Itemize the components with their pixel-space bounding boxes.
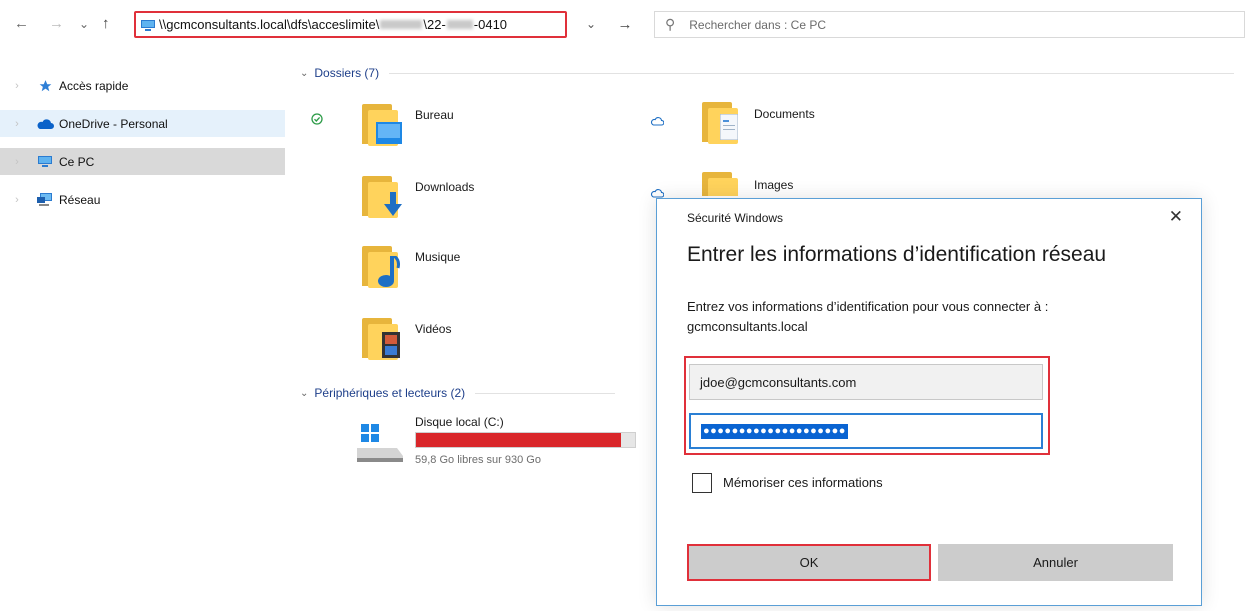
chevron-right-icon[interactable]: › bbox=[0, 118, 34, 130]
folders-group-header[interactable]: ⌄ Dossiers (7) bbox=[300, 66, 1235, 80]
chevron-right-icon[interactable]: › bbox=[0, 156, 34, 168]
remember-checkbox[interactable] bbox=[692, 473, 712, 493]
dialog-description: Entrez vos informations d’identification… bbox=[687, 297, 1177, 337]
username-value: jdoe@gcmconsultants.com bbox=[700, 374, 857, 390]
forward-button[interactable]: → bbox=[49, 14, 64, 34]
folder-musique-icon[interactable] bbox=[362, 244, 402, 288]
credential-dialog: Sécurité Windows ✕ Entrer les informatio… bbox=[656, 198, 1202, 606]
synced-check-icon bbox=[311, 113, 323, 128]
dialog-title: Sécurité Windows bbox=[687, 211, 784, 225]
divider bbox=[475, 392, 616, 394]
dialog-target-server: gcmconsultants.local bbox=[687, 319, 808, 334]
folder-label-bureau[interactable]: Bureau bbox=[415, 108, 454, 122]
pc-icon bbox=[34, 155, 56, 169]
go-button[interactable]: → bbox=[612, 11, 638, 38]
recent-locations-button[interactable]: ⌄ bbox=[79, 14, 89, 34]
folder-label-images[interactable]: Images bbox=[754, 178, 793, 192]
search-icon: ⚲ bbox=[665, 16, 676, 32]
drive-usage-fill bbox=[416, 433, 621, 447]
close-icon[interactable]: ✕ bbox=[1169, 207, 1183, 227]
sidebar-item-ce-pc[interactable]: › Ce PC bbox=[0, 148, 285, 175]
chevron-down-icon[interactable]: ⌄ bbox=[300, 68, 308, 79]
dialog-description-line: Entrez vos informations d’identification… bbox=[687, 299, 1049, 314]
drive-free-space: 59,8 Go libres sur 930 Go bbox=[415, 454, 541, 466]
chevron-right-icon[interactable]: › bbox=[0, 194, 34, 206]
address-dropdown-button[interactable]: ⌄ bbox=[578, 11, 604, 38]
address-path-middle: \22- bbox=[423, 17, 446, 32]
divider bbox=[389, 72, 1235, 74]
cloud-outline-icon bbox=[650, 115, 665, 129]
folder-bureau-icon[interactable] bbox=[362, 102, 402, 146]
drive-icon[interactable] bbox=[355, 424, 405, 466]
folder-documents-icon[interactable] bbox=[702, 100, 742, 144]
folder-label-videos[interactable]: Vidéos bbox=[415, 322, 451, 336]
folder-images-icon[interactable] bbox=[702, 170, 742, 196]
redacted-segment bbox=[380, 20, 423, 29]
network-icon bbox=[34, 193, 56, 207]
sidebar-item-label: Accès rapide bbox=[59, 78, 129, 93]
search-box[interactable]: ⚲ Rechercher dans : Ce PC bbox=[654, 11, 1245, 38]
chevron-right-icon[interactable]: › bbox=[0, 80, 34, 92]
dialog-heading: Entrer les informations d’identification… bbox=[687, 243, 1107, 266]
ok-button-label: OK bbox=[799, 555, 819, 570]
sidebar-item-onedrive[interactable]: › OneDrive - Personal bbox=[0, 110, 285, 137]
pc-icon bbox=[141, 19, 155, 31]
drive-label[interactable]: Disque local (C:) bbox=[415, 415, 504, 429]
folder-videos-icon[interactable] bbox=[362, 316, 402, 360]
up-button[interactable]: ↑ bbox=[102, 14, 110, 34]
username-field[interactable]: jdoe@gcmconsultants.com bbox=[689, 364, 1043, 400]
chevron-down-icon[interactable]: ⌄ bbox=[300, 388, 308, 399]
address-path-prefix: \\gcmconsultants.local\dfs\acceslimite\ bbox=[159, 17, 380, 32]
sidebar-item-label: Ce PC bbox=[59, 154, 95, 169]
folder-downloads-icon[interactable] bbox=[362, 174, 402, 218]
redacted-segment bbox=[446, 20, 473, 29]
folder-label-downloads[interactable]: Downloads bbox=[415, 180, 474, 194]
folder-label-documents[interactable]: Documents bbox=[754, 107, 815, 121]
folder-label-musique[interactable]: Musique bbox=[415, 250, 460, 264]
password-field[interactable]: ●●●●●●●●●●●●●●●●●●●● bbox=[689, 413, 1043, 449]
sidebar-item-quick-access[interactable]: › Accès rapide bbox=[0, 72, 285, 99]
sidebar-item-label: Réseau bbox=[59, 192, 101, 207]
star-icon bbox=[34, 79, 56, 93]
devices-group-header[interactable]: ⌄ Périphériques et lecteurs (2) bbox=[300, 386, 616, 400]
folders-group-title: Dossiers (7) bbox=[314, 66, 380, 80]
cloud-icon bbox=[34, 117, 56, 131]
address-path-suffix: -0410 bbox=[473, 17, 508, 32]
search-placeholder: Rechercher dans : Ce PC bbox=[689, 17, 826, 32]
devices-group-title: Périphériques et lecteurs (2) bbox=[314, 386, 466, 400]
sidebar-item-reseau[interactable]: › Réseau bbox=[0, 186, 285, 213]
ok-button[interactable]: OK bbox=[687, 544, 931, 581]
cancel-button-label: Annuler bbox=[1033, 555, 1078, 570]
address-bar[interactable]: \\gcmconsultants.local\dfs\acceslimite\ … bbox=[134, 11, 567, 38]
password-value: ●●●●●●●●●●●●●●●●●●●● bbox=[701, 423, 848, 439]
drive-usage-bar bbox=[415, 432, 636, 448]
cancel-button[interactable]: Annuler bbox=[938, 544, 1173, 581]
remember-label[interactable]: Mémoriser ces informations bbox=[723, 475, 883, 490]
sidebar-item-label: OneDrive - Personal bbox=[59, 116, 168, 131]
back-button[interactable]: ← bbox=[14, 14, 29, 34]
